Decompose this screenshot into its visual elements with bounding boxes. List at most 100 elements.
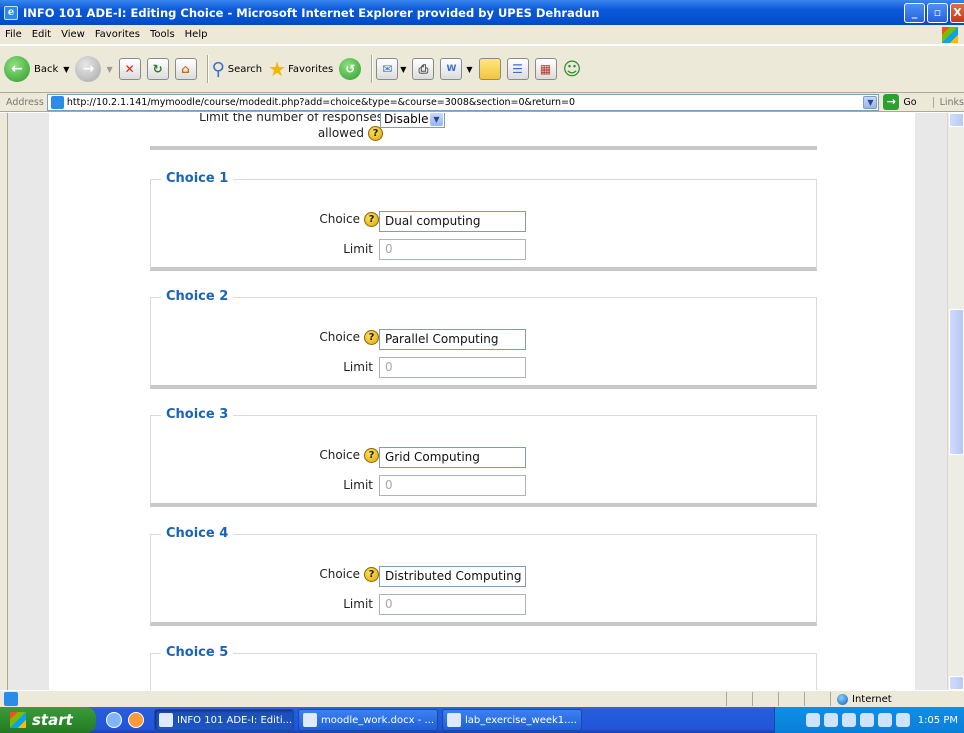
zone-label: Internet: [852, 693, 892, 705]
home-icon[interactable]: ⌂: [174, 58, 197, 80]
tray-icon[interactable]: [823, 713, 838, 727]
ie-quicklaunch-icon[interactable]: [106, 712, 122, 728]
back-dropdown-icon[interactable]: ▼: [63, 65, 69, 74]
go-label: Go: [903, 96, 917, 108]
menu-tools[interactable]: Tools: [145, 29, 180, 40]
tray-icon[interactable]: [859, 713, 874, 727]
ie-logo-icon: e: [4, 5, 18, 20]
task-button-ie[interactable]: INFO 101 ADE-I: Editi...: [154, 709, 294, 731]
history-icon[interactable]: ↺: [339, 58, 362, 80]
choice-input-1[interactable]: Dual computing: [379, 211, 526, 232]
address-url: http://10.2.1.141/mymoodle/course/modedi…: [66, 96, 576, 108]
print-icon[interactable]: ⎙: [412, 58, 435, 80]
search-button[interactable]: ⚲ Search: [212, 51, 263, 87]
scroll-up-button[interactable]: [949, 113, 964, 127]
refresh-icon[interactable]: ↻: [146, 58, 169, 80]
help-icon[interactable]: ?: [368, 126, 383, 141]
help-icon[interactable]: ?: [364, 330, 379, 345]
edit-word-icon[interactable]: W: [440, 58, 463, 80]
menu-help[interactable]: Help: [180, 29, 213, 40]
title-bar: e INFO 101 ADE-I: Editing Choice - Micro…: [0, 0, 964, 25]
firefox-quicklaunch-icon[interactable]: [128, 712, 144, 728]
choice-input-4[interactable]: Distributed Computing: [379, 566, 526, 587]
limit-label: Limit: [343, 478, 373, 492]
messenger-icon[interactable]: ☺: [563, 59, 582, 80]
menu-bar: File Edit View Favorites Tools Help: [0, 25, 964, 45]
task-label: moodle_work.docx - ...: [321, 714, 435, 726]
select-dropdown-icon: ▼: [430, 113, 443, 126]
clock: 1:05 PM: [917, 714, 958, 726]
choice-legend-4: Choice 4: [161, 526, 234, 541]
stop-icon[interactable]: ✕: [118, 58, 141, 80]
favorites-star-icon: ★: [268, 57, 287, 81]
scroll-thumb[interactable]: [949, 309, 964, 455]
task-button-word-2[interactable]: lab_exercise_week1....: [442, 709, 582, 731]
choice-fieldset-3: Choice 3 Choice? Grid Computing Limit 0: [150, 407, 817, 507]
limit-input-4[interactable]: 0: [379, 594, 526, 615]
network-icon[interactable]: [877, 713, 892, 727]
choice-label: Choice: [319, 330, 360, 344]
page-icon: [50, 95, 64, 109]
close-button[interactable]: X: [950, 3, 964, 23]
limit-responses-select[interactable]: Disable ▼: [380, 113, 445, 128]
address-label: Address: [6, 96, 44, 108]
limit-responses-label: Limit the number of responses allowed?: [137, 113, 383, 141]
tray-icon[interactable]: [805, 713, 820, 727]
mail-dropdown-icon[interactable]: ▼: [400, 65, 406, 74]
limit-responses-label-line1: Limit the number of responses: [199, 113, 383, 124]
viewport-left-edge: [0, 113, 8, 690]
choice-input-3[interactable]: Grid Computing: [379, 447, 526, 468]
limit-responses-value: Disable: [384, 113, 429, 126]
help-icon[interactable]: ?: [364, 212, 379, 227]
maximize-button[interactable]: ▫: [927, 3, 948, 23]
help-icon[interactable]: ?: [364, 567, 379, 582]
start-button[interactable]: start: [0, 707, 96, 733]
help-icon[interactable]: ?: [364, 448, 379, 463]
favorites-label: Favorites: [288, 63, 334, 75]
edit-dropdown-icon[interactable]: ▼: [466, 65, 472, 74]
menu-view[interactable]: View: [56, 29, 90, 40]
limit-responses-label-line2: allowed: [317, 126, 364, 140]
toolbar: ← Back ▼ → ▼ ✕ ↻ ⌂ ⚲ Search ★ Favorites …: [0, 45, 964, 93]
globe-icon: [837, 693, 848, 705]
limit-input-2[interactable]: 0: [379, 357, 526, 378]
forward-dropdown-icon[interactable]: ▼: [106, 65, 112, 74]
volume-icon[interactable]: [895, 713, 910, 727]
toolbar-separator: [371, 55, 373, 83]
browser-viewport: Limit the number of responses allowed? D…: [0, 113, 964, 690]
task-button-word-1[interactable]: moodle_work.docx - ...: [298, 709, 438, 731]
folder-icon[interactable]: [478, 58, 501, 80]
books-icon[interactable]: ▦: [534, 58, 557, 80]
minimize-button[interactable]: _: [904, 3, 925, 23]
vertical-scrollbar[interactable]: [947, 113, 964, 690]
page-status-icon: [4, 692, 18, 706]
window-title: INFO 101 ADE-I: Editing Choice - Microso…: [23, 5, 600, 20]
tray-icon[interactable]: [841, 713, 856, 727]
favorites-button[interactable]: ★ Favorites: [268, 51, 333, 87]
status-cell: [726, 692, 752, 706]
menu-favorites[interactable]: Favorites: [90, 29, 145, 40]
choice-input-2[interactable]: Parallel Computing: [379, 329, 526, 350]
mail-icon[interactable]: ✉: [376, 58, 399, 80]
links-button[interactable]: Links: [932, 96, 964, 108]
back-arrow-icon: ←: [4, 56, 30, 82]
limit-input-3[interactable]: 0: [379, 475, 526, 496]
menu-file[interactable]: File: [0, 29, 27, 40]
choice-legend-1: Choice 1: [161, 171, 234, 186]
limit-input-1[interactable]: 0: [379, 239, 526, 260]
go-button[interactable]: → Go: [883, 94, 917, 110]
system-tray: 1:05 PM: [774, 707, 964, 733]
windows-logo-icon: [942, 27, 958, 43]
quick-launch: [106, 712, 144, 728]
word-task-icon: [303, 713, 317, 727]
address-input[interactable]: http://10.2.1.141/mymoodle/course/modedi…: [46, 93, 880, 111]
back-button[interactable]: ← Back ▼: [4, 51, 69, 87]
scroll-down-button[interactable]: [949, 676, 964, 690]
choice-label: Choice: [319, 212, 360, 226]
menu-edit[interactable]: Edit: [27, 29, 56, 40]
research-icon[interactable]: ☰: [506, 58, 529, 80]
choice-fieldset-4: Choice 4 Choice? Distributed Computing L…: [150, 526, 817, 626]
address-bar: Address http://10.2.1.141/mymoodle/cours…: [0, 93, 964, 112]
address-dropdown-icon[interactable]: ▼: [863, 95, 878, 109]
forward-button[interactable]: → ▼: [75, 51, 113, 87]
